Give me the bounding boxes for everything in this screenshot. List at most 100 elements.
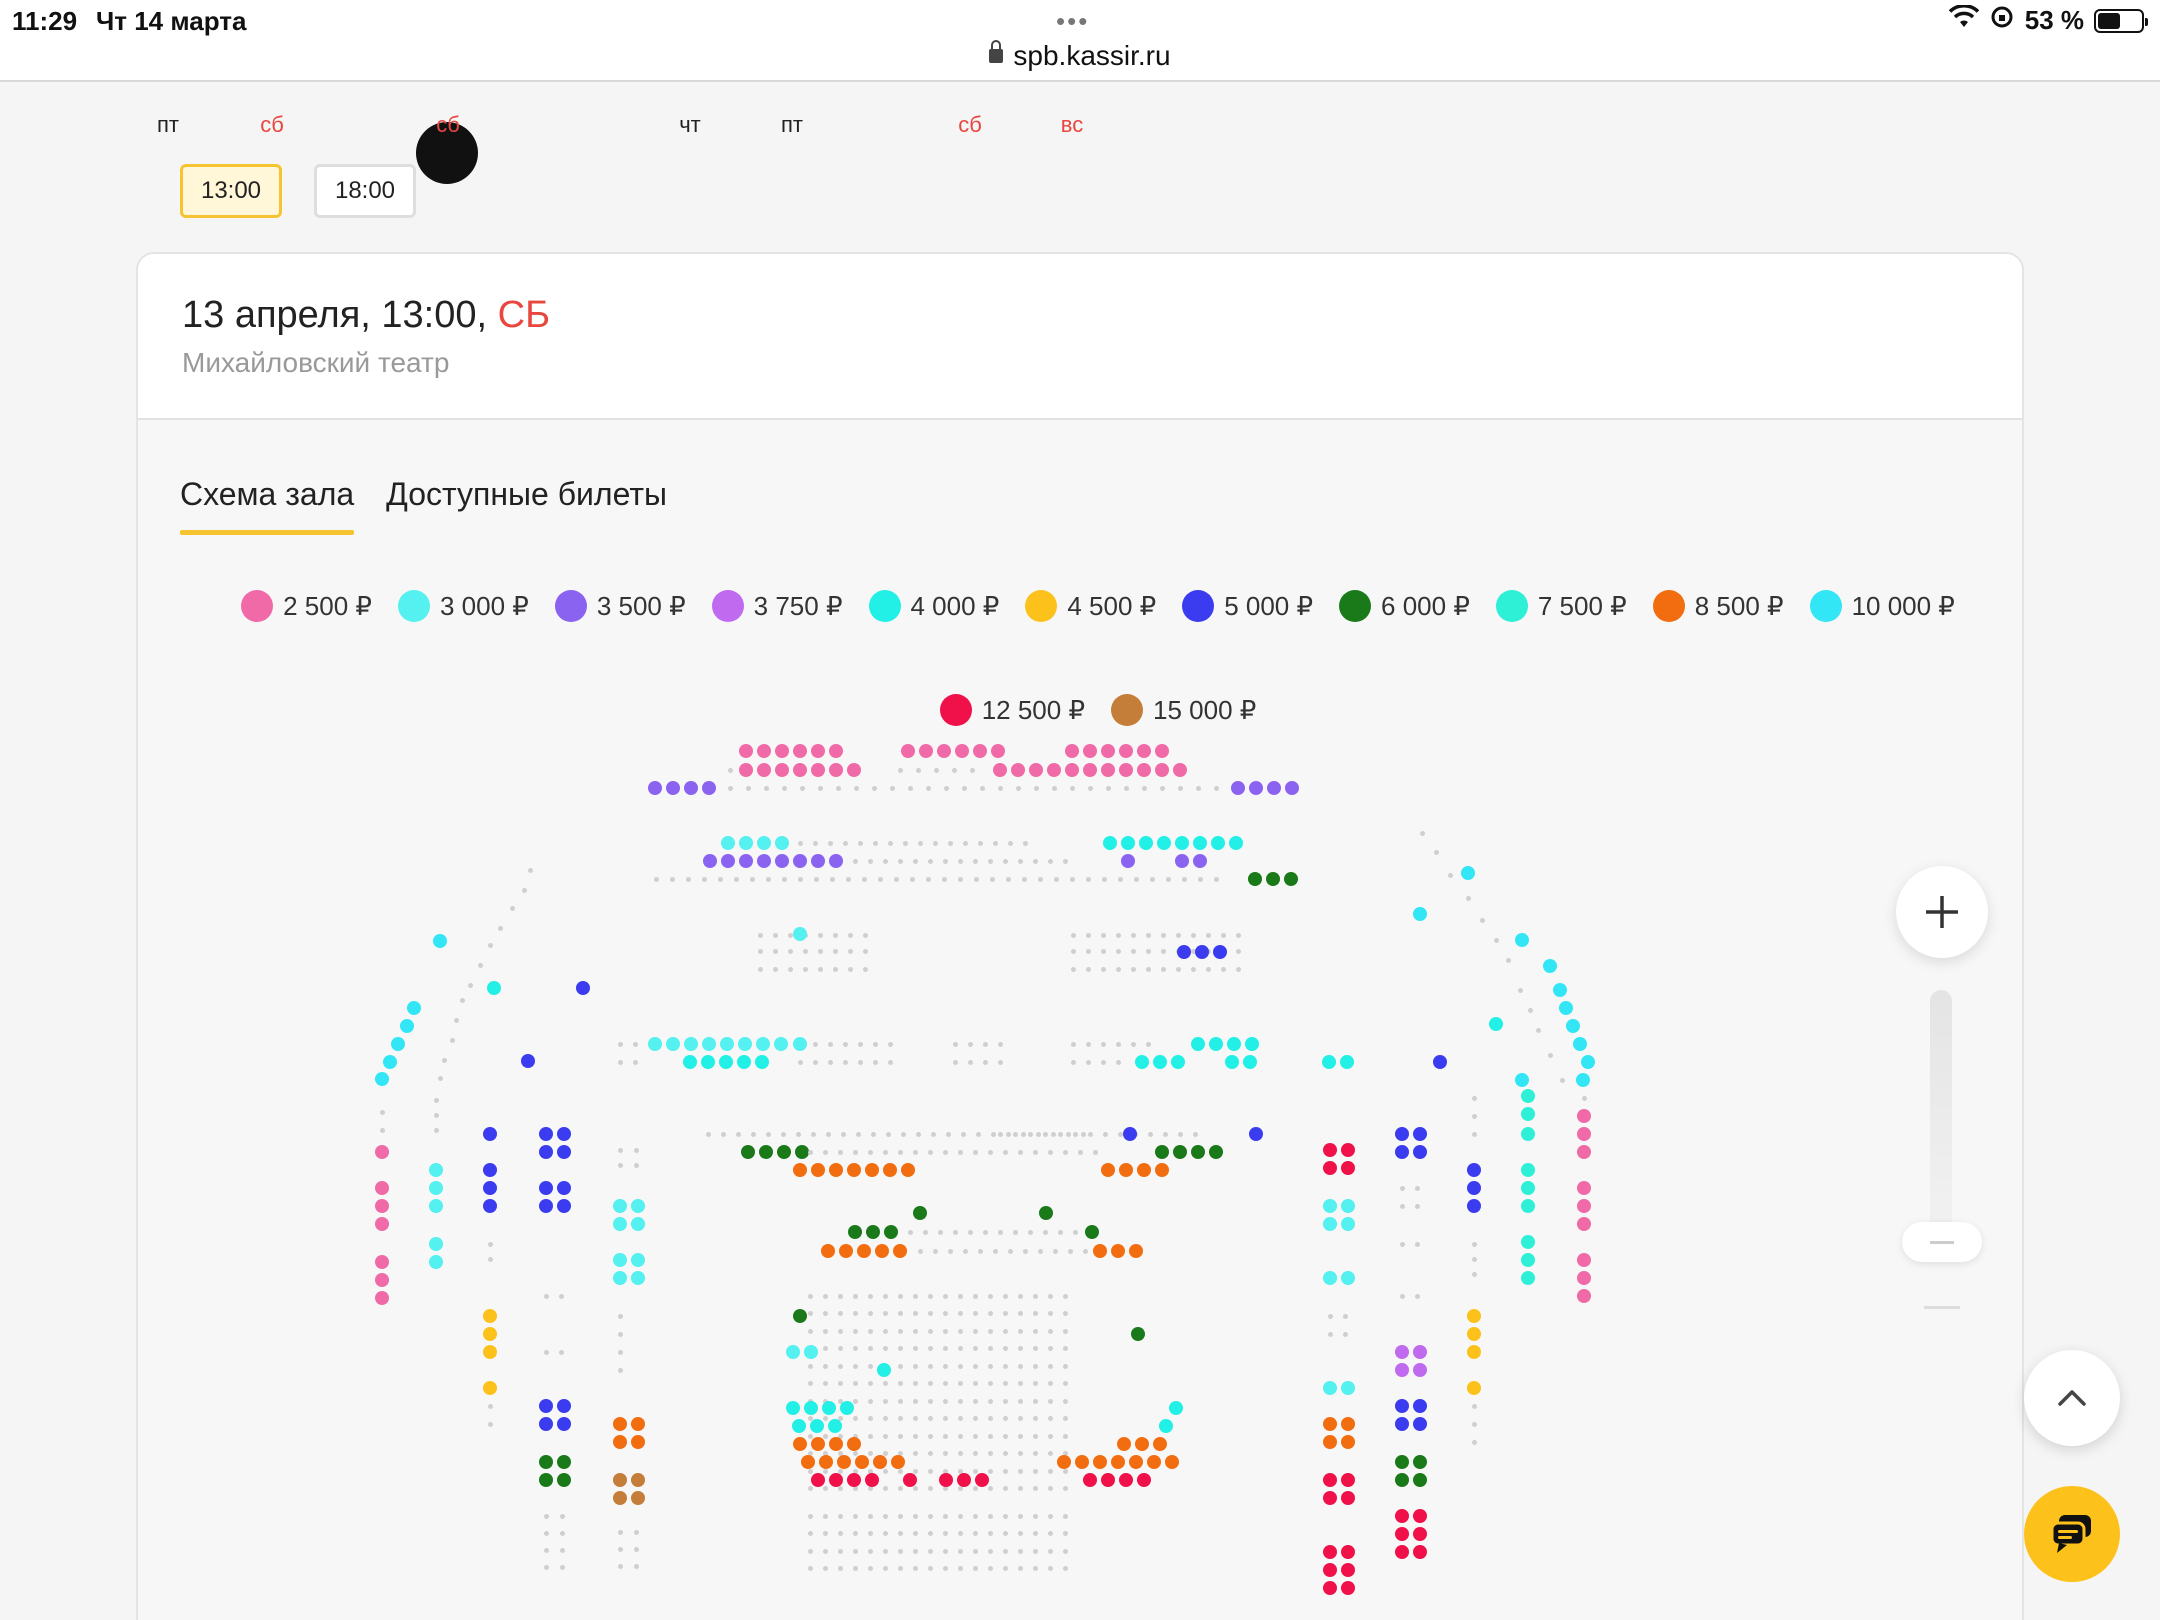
seat-available[interactable] [375,1072,389,1086]
seat-available[interactable] [631,1473,645,1487]
seat-available[interactable] [429,1199,443,1213]
seat-available[interactable] [1117,1437,1131,1451]
seat-available[interactable] [1395,1473,1409,1487]
seat-available[interactable] [829,854,843,868]
seat-available[interactable] [1083,763,1097,777]
seat-available[interactable] [877,1363,891,1377]
seat-available[interactable] [539,1455,553,1469]
seat-available[interactable] [786,1401,800,1415]
seat-available[interactable] [1413,1127,1427,1141]
seat-available[interactable] [1191,1145,1205,1159]
seat-available[interactable] [1209,1145,1223,1159]
seat-available[interactable] [539,1181,553,1195]
seat-available[interactable] [1195,945,1209,959]
seat-available[interactable] [1341,1581,1355,1595]
seat-available[interactable] [1395,1345,1409,1359]
seat-available[interactable] [539,1473,553,1487]
seat-available[interactable] [775,763,789,777]
scroll-to-top-button[interactable] [2024,1350,2120,1446]
seat-available[interactable] [1248,872,1262,886]
seat-available[interactable] [1093,1244,1107,1258]
seat-available[interactable] [1577,1127,1591,1141]
seat-available[interactable] [1413,907,1427,921]
seat-available[interactable] [1065,744,1079,758]
seat-available[interactable] [993,763,1007,777]
day-item[interactable]: сб [242,112,302,138]
seat-available[interactable] [774,1037,788,1051]
seat-available[interactable] [1323,1435,1337,1449]
seat-available[interactable] [483,1199,497,1213]
seat-available[interactable] [1489,1017,1503,1031]
seat-available[interactable] [1065,763,1079,777]
seat-available[interactable] [539,1145,553,1159]
chat-button[interactable] [2024,1486,2120,1582]
seat-available[interactable] [893,1244,907,1258]
seat-available[interactable] [576,981,590,995]
legend-item[interactable]: 4 000 ₽ [868,590,999,622]
seat-available[interactable] [613,1199,627,1213]
seat-available[interactable] [793,744,807,758]
seat-available[interactable] [775,836,789,850]
seat-available[interactable] [1177,945,1191,959]
seat-available[interactable] [1057,1455,1071,1469]
legend-item[interactable]: 3 500 ₽ [554,590,686,622]
seat-available[interactable] [1137,1163,1151,1177]
seat-available[interactable] [1323,1381,1337,1395]
seat-available[interactable] [1413,1363,1427,1377]
seat-available[interactable] [1249,1127,1263,1141]
legend-item[interactable]: 5 000 ₽ [1182,590,1313,622]
seat-available[interactable] [1323,1563,1337,1577]
seat-available[interactable] [1413,1473,1427,1487]
seat-available[interactable] [429,1255,443,1269]
seat-available[interactable] [1093,1455,1107,1469]
seat-available[interactable] [1323,1143,1337,1157]
seat-available[interactable] [1121,836,1135,850]
seat-available[interactable] [1566,1019,1580,1033]
day-item[interactable]: пт [138,112,198,138]
seat-available[interactable] [1467,1163,1481,1177]
seat-available[interactable] [1175,836,1189,850]
seat-available[interactable] [1323,1473,1337,1487]
seat-available[interactable] [1543,959,1557,973]
seat-available[interactable] [1341,1199,1355,1213]
seat-available[interactable] [1413,1545,1427,1559]
seat-available[interactable] [1173,1145,1187,1159]
seat-available[interactable] [539,1199,553,1213]
seat-available[interactable] [1323,1161,1337,1175]
seat-available[interactable] [1577,1109,1591,1123]
seat-available[interactable] [701,1055,715,1069]
seat-available[interactable] [1413,1509,1427,1523]
seat-available[interactable] [631,1199,645,1213]
seat-available[interactable] [919,744,933,758]
seat-available[interactable] [739,763,753,777]
seat-available[interactable] [1213,945,1227,959]
seat-available[interactable] [1131,1327,1145,1341]
seat-available[interactable] [811,763,825,777]
seat-available[interactable] [847,763,861,777]
seat-available[interactable] [702,781,716,795]
seat-available[interactable] [1245,1037,1259,1051]
seat-available[interactable] [429,1237,443,1251]
day-item[interactable]: пт [762,112,822,138]
seat-available[interactable] [1266,872,1280,886]
seat-available[interactable] [973,744,987,758]
seat-available[interactable] [937,744,951,758]
seat-available[interactable] [433,934,447,948]
time-button-1800[interactable]: 18:00 [314,164,416,218]
seat-available[interactable] [1165,1455,1179,1469]
seat-available[interactable] [1323,1545,1337,1559]
seat-available[interactable] [1249,781,1263,795]
seat-available[interactable] [391,1037,405,1051]
seat-available[interactable] [1231,781,1245,795]
seat-available[interactable] [557,1127,571,1141]
seat-available[interactable] [739,854,753,868]
seat-available[interactable] [811,1473,825,1487]
seat-available[interactable] [1137,763,1151,777]
seat-available[interactable] [1395,1545,1409,1559]
seat-available[interactable] [631,1435,645,1449]
seat-available[interactable] [829,1473,843,1487]
seat-available[interactable] [557,1199,571,1213]
seat-available[interactable] [1323,1581,1337,1595]
seat-available[interactable] [1577,1271,1591,1285]
seat-available[interactable] [1341,1161,1355,1175]
